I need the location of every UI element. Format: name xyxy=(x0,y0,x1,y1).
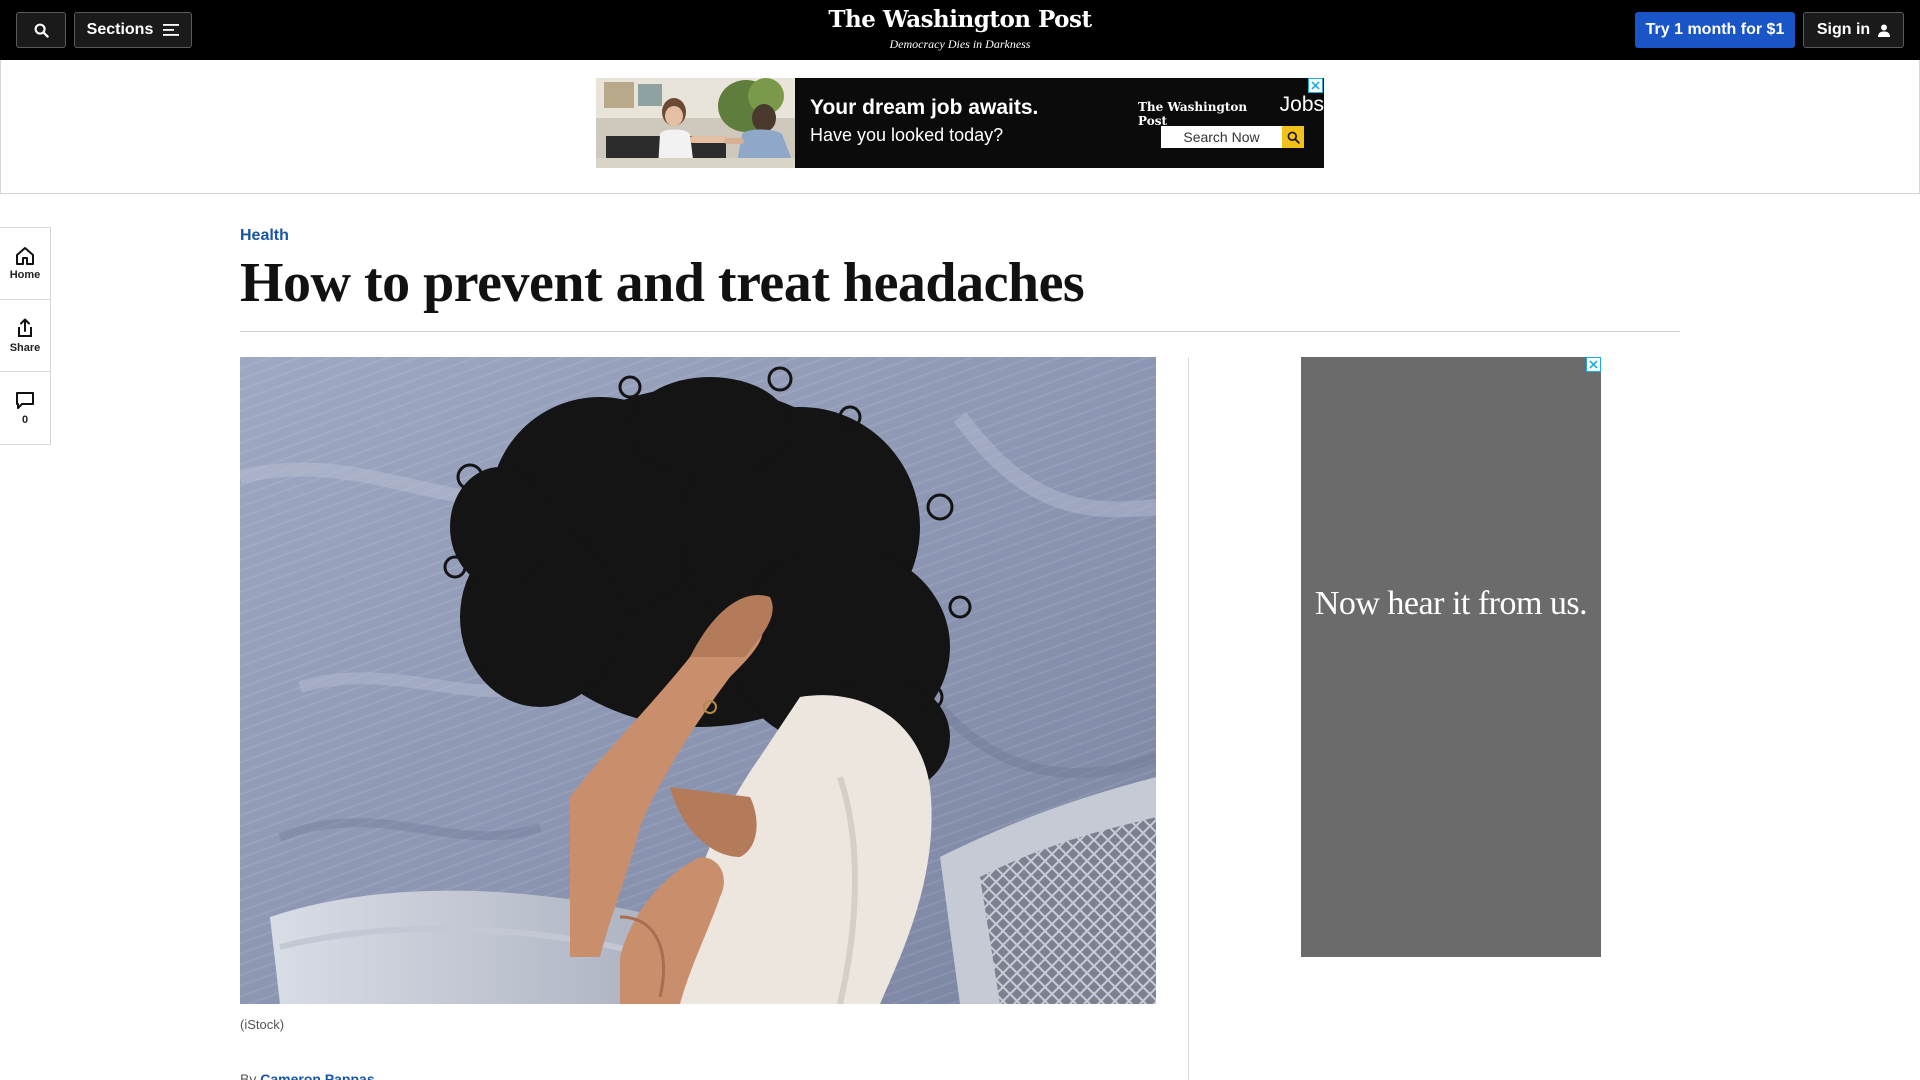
search-icon xyxy=(1282,126,1304,148)
rail-comments-button[interactable]: 0 xyxy=(0,372,50,444)
rail-home-label: Home xyxy=(9,269,41,281)
ad-search-button[interactable]: Search Now xyxy=(1161,126,1304,148)
sign-in-label: Sign in xyxy=(1816,21,1871,38)
section-kicker[interactable]: Health xyxy=(240,227,289,245)
rail-share-label: Share xyxy=(9,341,41,354)
article-headline: How to prevent and treat headaches xyxy=(240,252,1085,314)
top-nav-bar: Sections The Washington Post Democracy D… xyxy=(0,0,1920,60)
site-tagline: Democracy Dies in Darkness xyxy=(889,37,1031,51)
share-icon xyxy=(18,318,32,337)
sections-label: Sections xyxy=(86,21,154,38)
byline-prefix: By xyxy=(240,1071,257,1080)
search-button[interactable] xyxy=(16,12,66,48)
headline-divider xyxy=(240,331,1680,332)
image-caption: (iStock) xyxy=(240,1017,285,1032)
ad-subline: Have you looked today? xyxy=(810,125,1004,145)
top-banner-ad[interactable]: Your dream job awaits. Have you looked t… xyxy=(596,78,1324,168)
home-icon xyxy=(16,247,34,265)
rail-comments-count: 0 xyxy=(21,413,29,426)
ad-brand-product: Jobs xyxy=(1279,93,1324,116)
left-action-rail: Home Share 0 xyxy=(0,227,51,445)
rail-home-button[interactable]: Home xyxy=(0,228,50,300)
subscribe-button[interactable]: Try 1 month for $1 xyxy=(1635,12,1795,48)
rail-share-button[interactable]: Share xyxy=(0,300,50,372)
ad-brand-logo: The Washington Post xyxy=(1138,100,1248,128)
byline: By Cameron Pappas xyxy=(240,1071,375,1080)
search-icon xyxy=(34,23,49,38)
sections-button[interactable]: Sections xyxy=(74,12,192,48)
sidebar-ad[interactable]: Now hear it from us. xyxy=(1301,357,1601,957)
site-logo[interactable]: The Washington Post xyxy=(760,6,1160,34)
byline-author-link[interactable]: Cameron Pappas xyxy=(260,1071,374,1080)
ad-brand: The Washington Post Jobs xyxy=(1138,93,1324,128)
close-icon[interactable] xyxy=(1308,78,1323,93)
hero-image xyxy=(240,357,1156,1004)
ad-search-label: Search Now xyxy=(1183,129,1260,145)
comment-icon xyxy=(16,391,34,409)
close-icon[interactable] xyxy=(1586,357,1601,372)
ad-headline: Your dream job awaits. xyxy=(810,96,1039,119)
ad-photo-handshake xyxy=(596,78,795,168)
menu-icon xyxy=(163,24,180,36)
user-icon xyxy=(1878,24,1891,37)
masthead[interactable]: The Washington Post Democracy Dies in Da… xyxy=(760,6,1160,52)
sidebar-ad-text: Now hear it from us. xyxy=(1314,585,1588,622)
column-divider xyxy=(1188,357,1189,1080)
sign-in-button[interactable]: Sign in xyxy=(1803,12,1904,48)
